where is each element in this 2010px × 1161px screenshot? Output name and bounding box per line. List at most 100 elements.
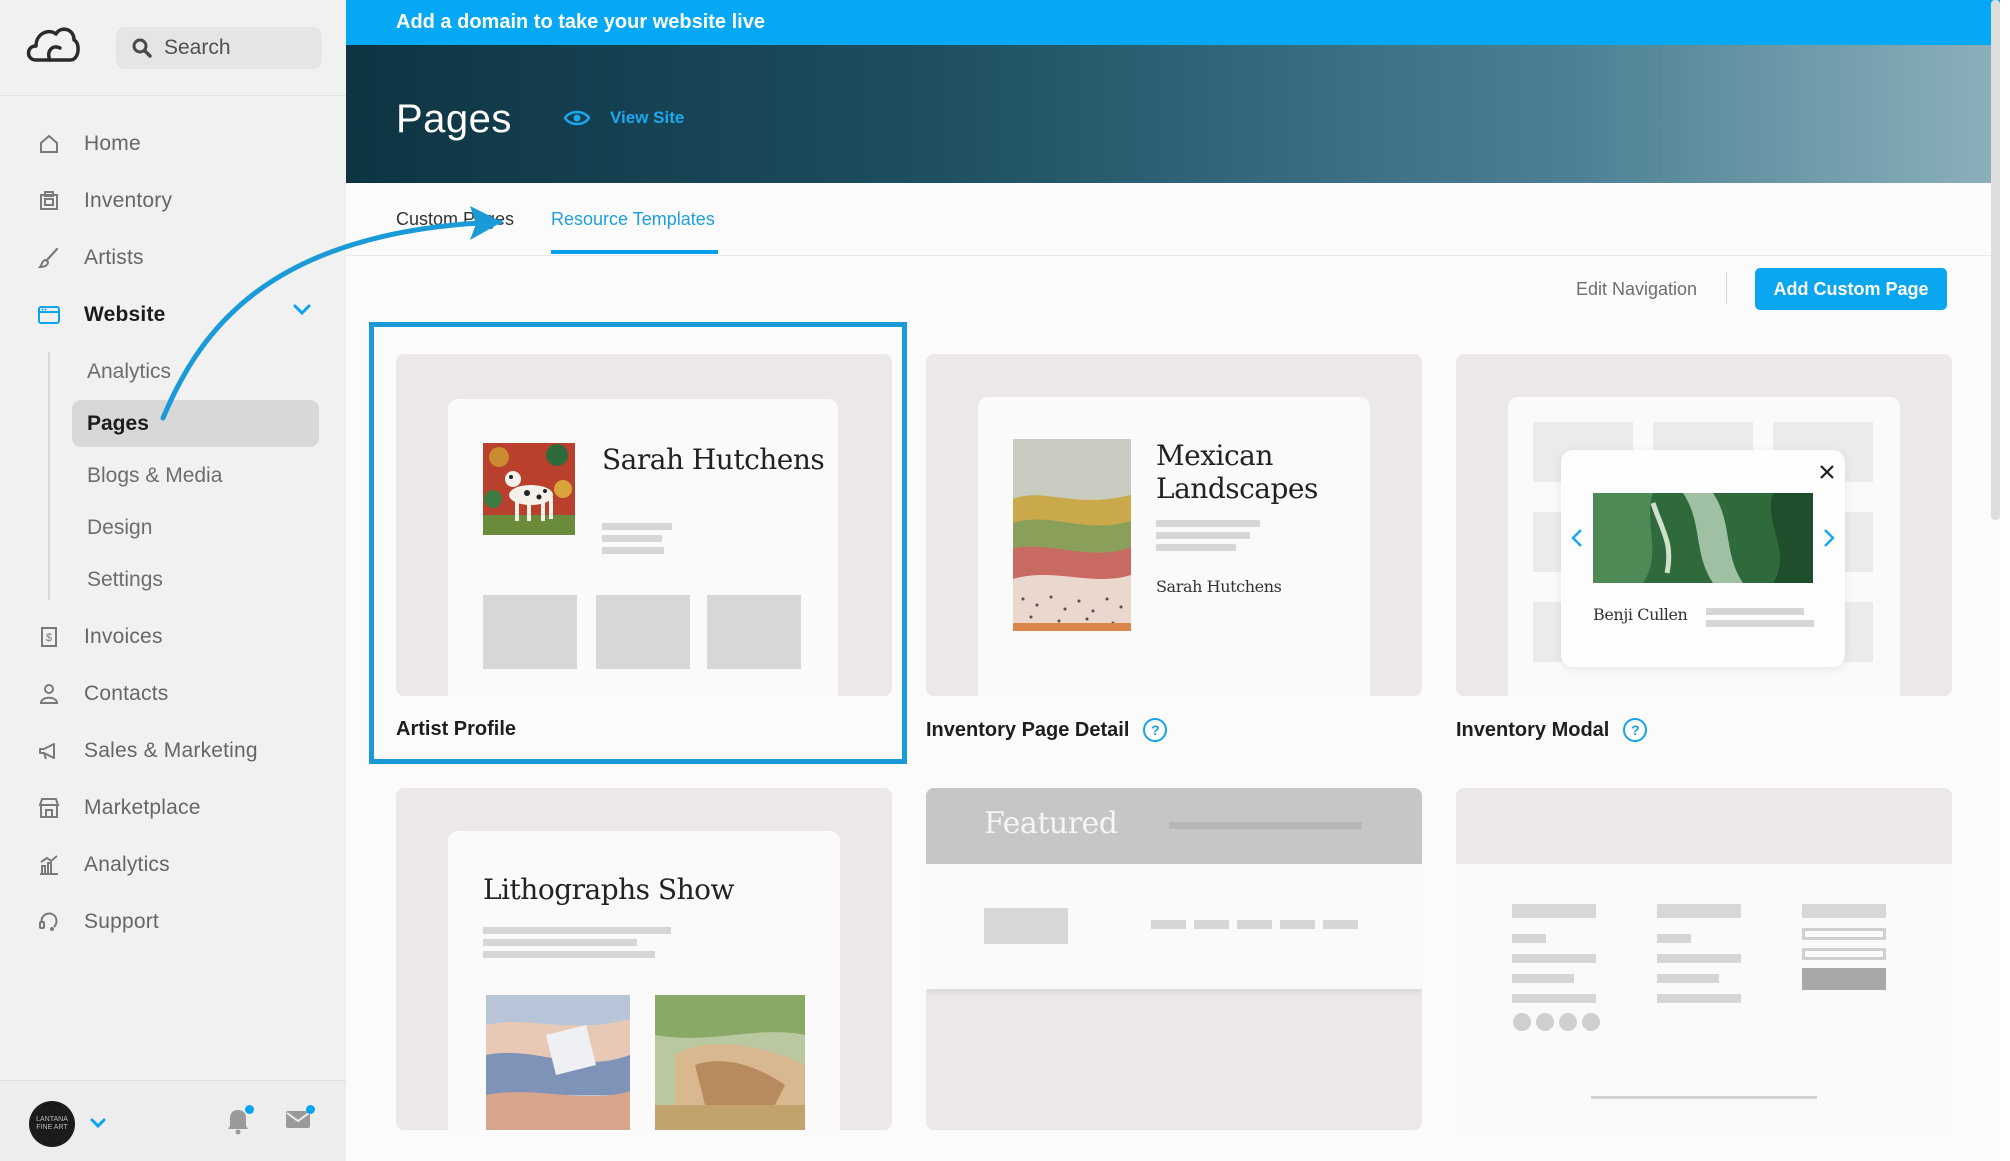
template-card-inventory-detail[interactable]: Mexican Landscapes Sarah Hutchens — [926, 354, 1422, 696]
app-root: Search Home Inventory Artists Website An… — [0, 0, 2010, 1161]
storefront-icon — [36, 795, 62, 821]
placeholder-heading — [1657, 904, 1741, 918]
placeholder-nav-link — [1194, 920, 1229, 929]
placeholder-nav-link — [1323, 920, 1358, 929]
sidebar-item-analytics[interactable]: Analytics — [36, 845, 170, 885]
help-icon[interactable]: ? — [1623, 718, 1648, 742]
sidebar-item-label: Marketplace — [84, 796, 201, 819]
coast-painting-image — [655, 995, 805, 1130]
placeholder-line — [1657, 974, 1719, 983]
preview-exhibition-title: Lithographs Show — [483, 873, 734, 906]
edit-navigation-link[interactable]: Edit Navigation — [1576, 279, 1697, 300]
sidebar-subitem-analytics[interactable]: Analytics — [87, 352, 171, 392]
chevron-down-icon[interactable] — [90, 1117, 106, 1129]
template-card-exhibition[interactable]: Lithographs Show — [396, 788, 892, 1130]
svg-text:$: $ — [46, 632, 52, 644]
placeholder-line — [1156, 520, 1260, 527]
sidebar-item-inventory[interactable]: Inventory — [36, 181, 172, 221]
sidebar-item-label: Home — [84, 132, 141, 155]
page-title: Pages — [396, 97, 512, 141]
placeholder-nav-link — [1151, 920, 1186, 929]
sidebar-subitem-settings[interactable]: Settings — [87, 560, 163, 600]
domain-banner[interactable]: Add a domain to take your website live — [346, 0, 2000, 45]
person-icon — [36, 681, 62, 707]
chevron-right-icon — [1824, 529, 1835, 547]
template-card-footer[interactable] — [1456, 788, 1952, 1130]
selection-highlight — [369, 322, 907, 764]
placeholder-nav-link — [1280, 920, 1315, 929]
sidebar-item-label: Inventory — [84, 189, 173, 212]
add-custom-page-button[interactable]: Add Custom Page — [1755, 268, 1947, 310]
cloud-logo-icon[interactable] — [22, 22, 80, 66]
preview-footer — [1456, 864, 1952, 1130]
placeholder-line — [1512, 974, 1574, 983]
sidebar-item-home[interactable]: Home — [36, 124, 141, 164]
sidebar-item-contacts[interactable]: Contacts — [36, 674, 168, 714]
preview-artwork-title: Mexican Landscapes — [1156, 439, 1318, 505]
card-label-inventory-modal: Inventory Modal ? — [1456, 718, 1648, 742]
megaphone-icon — [36, 738, 62, 764]
chevron-left-icon — [1571, 529, 1582, 547]
placeholder-input — [1802, 948, 1886, 960]
sidebar-item-website[interactable]: Website — [36, 295, 166, 335]
preview-artist-name: Sarah Hutchens — [1156, 577, 1282, 596]
avatar[interactable]: LANTANA FINE ART — [29, 1101, 75, 1147]
vertical-scrollbar[interactable] — [1991, 0, 2000, 520]
brush-icon — [36, 245, 62, 271]
view-site-link[interactable]: View Site — [564, 108, 684, 128]
toolbar-divider — [1726, 272, 1727, 304]
search-placeholder: Search — [164, 36, 231, 59]
sidebar-item-label: Support — [84, 910, 159, 933]
banner-text: Add a domain to take your website live — [396, 11, 765, 33]
active-tab-indicator — [551, 250, 718, 254]
template-card-header[interactable]: Featured — [926, 788, 1422, 1130]
preview-page: Benji Cullen — [1508, 397, 1900, 696]
footer-divider — [1591, 1096, 1817, 1099]
eye-icon — [564, 110, 590, 126]
view-site-label: View Site — [610, 108, 685, 127]
card-title: Inventory Modal — [1456, 718, 1610, 741]
submenu-guide-line — [48, 352, 50, 600]
placeholder-line — [1512, 994, 1596, 1003]
sidebar-subitem-pages[interactable]: Pages — [87, 404, 149, 444]
sidebar-item-invoices[interactable]: $ Invoices — [36, 617, 163, 657]
help-icon[interactable]: ? — [1143, 718, 1168, 742]
preview-modal: Benji Cullen — [1561, 450, 1845, 667]
social-icons-placeholder — [1513, 1013, 1600, 1031]
preview-artist-name: Benji Cullen — [1593, 605, 1688, 624]
placeholder-line — [1657, 954, 1741, 963]
green-painting-image — [1593, 493, 1813, 583]
sidebar-item-support[interactable]: Support — [36, 902, 159, 942]
sidebar-header: Search — [0, 0, 346, 96]
tab-resource-templates[interactable]: Resource Templates — [551, 209, 715, 230]
tab-custom-pages[interactable]: Custom Pages — [396, 209, 514, 230]
support-icon — [36, 909, 62, 935]
placeholder-nav-link — [1237, 920, 1272, 929]
search-input[interactable]: Search — [116, 27, 322, 69]
placeholder-line — [1156, 532, 1250, 539]
placeholder-line — [1706, 620, 1814, 627]
preview-header-title: Featured — [984, 806, 1118, 841]
preview-nav-band — [926, 864, 1422, 989]
placeholder-line — [1512, 954, 1596, 963]
sidebar-item-label: Website — [84, 303, 166, 326]
landscape-painting-image — [1013, 439, 1131, 631]
placeholder-button — [1802, 968, 1886, 990]
placeholder-heading — [1802, 904, 1886, 918]
sidebar-subitem-blogs-media[interactable]: Blogs & Media — [87, 456, 222, 496]
sidebar-item-label: Contacts — [84, 682, 169, 705]
sidebar-item-sales-marketing[interactable]: Sales & Marketing — [36, 731, 258, 771]
sidebar-subitem-design[interactable]: Design — [87, 508, 152, 548]
sidebar-item-artists[interactable]: Artists — [36, 238, 144, 278]
close-icon — [1820, 465, 1834, 479]
notification-dot — [245, 1105, 254, 1114]
chevron-down-icon[interactable] — [292, 303, 312, 317]
placeholder-line — [1156, 544, 1236, 551]
preview-page: Mexican Landscapes Sarah Hutchens — [978, 397, 1370, 696]
message-dot — [306, 1105, 315, 1114]
card-title: Inventory Page Detail — [926, 718, 1130, 741]
sidebar-item-label: Invoices — [84, 625, 163, 648]
sidebar-item-marketplace[interactable]: Marketplace — [36, 788, 201, 828]
inventory-icon — [36, 188, 62, 214]
template-card-inventory-modal[interactable]: Benji Cullen — [1456, 354, 1952, 696]
